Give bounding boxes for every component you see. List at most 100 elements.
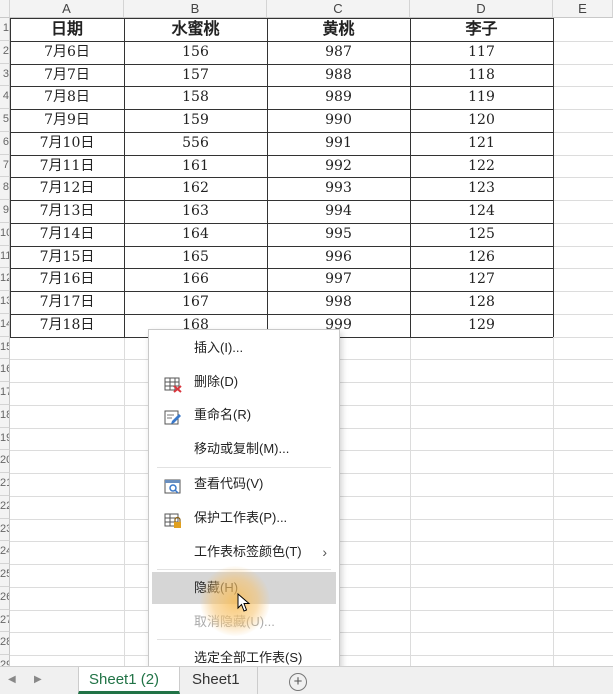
- row-header[interactable]: 27: [0, 609, 10, 633]
- cell-yellow-peach[interactable]: 998: [267, 291, 410, 314]
- cell-peach[interactable]: 164: [124, 223, 267, 246]
- row-header[interactable]: 24: [0, 541, 10, 564]
- row-header[interactable]: 11: [0, 245, 10, 269]
- row-header[interactable]: 16: [0, 359, 10, 382]
- cell-date[interactable]: 7月9日: [10, 109, 124, 132]
- row-header[interactable]: 19: [0, 427, 10, 451]
- cell-peach[interactable]: 556: [124, 132, 267, 155]
- column-header-b[interactable]: B: [124, 0, 267, 18]
- cell-yellow-peach[interactable]: 987: [267, 41, 410, 64]
- cell-plum[interactable]: 117: [410, 41, 553, 64]
- row-header[interactable]: 20: [0, 450, 10, 473]
- cell-yellow-peach[interactable]: 995: [267, 223, 410, 246]
- cell-peach[interactable]: 167: [124, 291, 267, 314]
- cell-date[interactable]: 7月17日: [10, 291, 124, 314]
- cell-plum[interactable]: 128: [410, 291, 553, 314]
- column-header-d[interactable]: D: [410, 0, 553, 18]
- cell-peach[interactable]: 166: [124, 268, 267, 291]
- cell-yellow-peach[interactable]: 990: [267, 109, 410, 132]
- cell-peach[interactable]: 165: [124, 246, 267, 269]
- cell-yellow-peach[interactable]: 997: [267, 268, 410, 291]
- header-cell-plum[interactable]: 李子: [410, 18, 553, 41]
- cell-peach[interactable]: 161: [124, 155, 267, 178]
- menu-item-view-code[interactable]: 查看代码(V): [149, 469, 339, 499]
- row-header[interactable]: 8: [0, 177, 10, 200]
- row-header[interactable]: 14: [0, 313, 10, 337]
- cell-plum[interactable]: 123: [410, 177, 553, 200]
- cell-date[interactable]: 7月18日: [10, 314, 124, 337]
- cell-yellow-peach[interactable]: 989: [267, 86, 410, 109]
- cell-plum[interactable]: 124: [410, 200, 553, 223]
- cell-plum[interactable]: 118: [410, 64, 553, 87]
- header-cell-date[interactable]: 日期: [10, 18, 124, 41]
- column-header-c[interactable]: C: [267, 0, 410, 18]
- row-header[interactable]: 12: [0, 268, 10, 291]
- menu-item-move-or-copy[interactable]: 移动或复制(M)...: [149, 434, 339, 464]
- sheet-tab-sheet1-2[interactable]: Sheet1 (2): [78, 667, 180, 694]
- cell-date[interactable]: 7月6日: [10, 41, 124, 64]
- cell-yellow-peach[interactable]: 994: [267, 200, 410, 223]
- row-header[interactable]: 1: [0, 18, 10, 41]
- row-header[interactable]: 25: [0, 564, 10, 587]
- cell-peach[interactable]: 156: [124, 41, 267, 64]
- column-header-e[interactable]: E: [553, 0, 613, 18]
- cell-yellow-peach[interactable]: 993: [267, 177, 410, 200]
- row-header[interactable]: 5: [0, 109, 10, 132]
- menu-item-insert[interactable]: 插入(I)...: [149, 333, 339, 363]
- select-all-corner[interactable]: [0, 0, 10, 18]
- cell-date[interactable]: 7月11日: [10, 155, 124, 178]
- cell-plum[interactable]: 126: [410, 246, 553, 269]
- header-cell-peach[interactable]: 水蜜桃: [124, 18, 267, 41]
- cell-plum[interactable]: 120: [410, 109, 553, 132]
- cell-date[interactable]: 7月14日: [10, 223, 124, 246]
- tab-scroll-right-icon[interactable]: ▶: [34, 674, 42, 685]
- row-header[interactable]: 2: [0, 40, 10, 64]
- row-header[interactable]: 17: [0, 382, 10, 405]
- cell-plum[interactable]: 127: [410, 268, 553, 291]
- cell-yellow-peach[interactable]: 988: [267, 64, 410, 87]
- cell-plum[interactable]: 119: [410, 86, 553, 109]
- cell-plum[interactable]: 129: [410, 314, 553, 337]
- cell-date[interactable]: 7月13日: [10, 200, 124, 223]
- menu-item-tab-color[interactable]: 工作表标签颜色(T) ›: [149, 537, 339, 567]
- add-sheet-icon[interactable]: +: [289, 673, 307, 691]
- menu-item-rename[interactable]: 重命名(R): [149, 400, 339, 430]
- tab-scroll-left-icon[interactable]: ◀: [8, 674, 16, 685]
- row-header[interactable]: 10: [0, 222, 10, 246]
- cell-date[interactable]: 7月12日: [10, 177, 124, 200]
- row-header[interactable]: 26: [0, 586, 10, 610]
- row-header[interactable]: 28: [0, 632, 10, 655]
- cell-date[interactable]: 7月16日: [10, 268, 124, 291]
- menu-item-protect-sheet[interactable]: 保护工作表(P)...: [149, 503, 339, 533]
- cell-yellow-peach[interactable]: 991: [267, 132, 410, 155]
- cell-plum[interactable]: 121: [410, 132, 553, 155]
- row-header[interactable]: 15: [0, 336, 10, 360]
- header-cell-yellow-peach[interactable]: 黄桃: [267, 18, 410, 41]
- row-header[interactable]: 7: [0, 154, 10, 178]
- row-header[interactable]: 6: [0, 131, 10, 155]
- cell-peach[interactable]: 158: [124, 86, 267, 109]
- cell-plum[interactable]: 122: [410, 155, 553, 178]
- row-header[interactable]: 3: [0, 63, 10, 87]
- row-header[interactable]: 21: [0, 473, 10, 496]
- cell-plum[interactable]: 125: [410, 223, 553, 246]
- row-header[interactable]: 9: [0, 200, 10, 223]
- row-header[interactable]: 13: [0, 291, 10, 314]
- cell-date[interactable]: 7月10日: [10, 132, 124, 155]
- cell-date[interactable]: 7月8日: [10, 86, 124, 109]
- cell-peach[interactable]: 159: [124, 109, 267, 132]
- row-header[interactable]: 22: [0, 495, 10, 519]
- cell-peach[interactable]: 163: [124, 200, 267, 223]
- column-header-a[interactable]: A: [10, 0, 124, 18]
- cell-peach[interactable]: 162: [124, 177, 267, 200]
- row-header[interactable]: 4: [0, 86, 10, 109]
- row-header[interactable]: 18: [0, 404, 10, 428]
- cell-date[interactable]: 7月7日: [10, 64, 124, 87]
- cell-peach[interactable]: 157: [124, 64, 267, 87]
- cell-yellow-peach[interactable]: 996: [267, 246, 410, 269]
- menu-item-delete[interactable]: 删除(D): [149, 367, 339, 397]
- row-header[interactable]: 29: [0, 655, 10, 666]
- row-header[interactable]: 23: [0, 518, 10, 542]
- sheet-tab-sheet1[interactable]: Sheet1: [182, 667, 258, 694]
- cell-yellow-peach[interactable]: 992: [267, 155, 410, 178]
